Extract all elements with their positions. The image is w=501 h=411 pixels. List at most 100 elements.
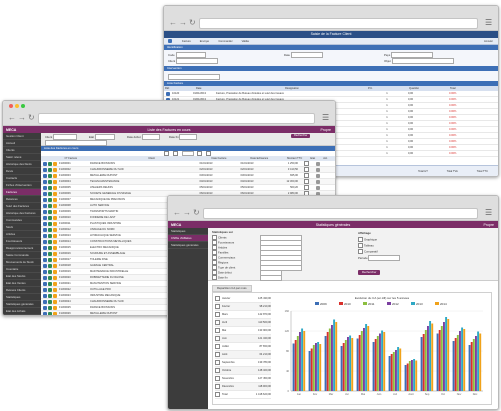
view-icon[interactable] — [43, 251, 47, 256]
client-field[interactable] — [176, 58, 218, 64]
sidebar-item[interactable]: Fiches d'intervention — [3, 182, 41, 189]
alert-icon[interactable] — [53, 167, 57, 172]
edit-icon[interactable] — [48, 209, 52, 214]
view-icon[interactable] — [43, 245, 47, 250]
row-checkbox[interactable] — [215, 360, 220, 365]
view-icon[interactable] — [43, 221, 47, 226]
view-icon[interactable] — [43, 161, 47, 166]
alert-icon[interactable] — [53, 281, 57, 286]
edit-icon[interactable] — [48, 215, 52, 220]
alert-icon[interactable] — [53, 287, 57, 292]
sidebar-item[interactable]: Saisie Commande — [3, 252, 41, 259]
graph-checkbox[interactable] — [358, 237, 363, 242]
first-page-button[interactable] — [164, 151, 169, 156]
sidebar-item[interactable]: Saisir relevé — [3, 154, 41, 161]
propre-link[interactable]: Propre — [483, 223, 494, 227]
row-checkbox[interactable] — [215, 296, 220, 301]
reload-icon[interactable]: ↻ — [189, 19, 196, 27]
row-checkbox[interactable] — [304, 167, 309, 172]
edit-icon[interactable] — [48, 191, 52, 196]
view-icon[interactable] — [43, 239, 47, 244]
object-field[interactable] — [391, 58, 454, 64]
alert-icon[interactable] — [53, 221, 57, 226]
sidebar-item[interactable]: Etat des Stocks — [3, 273, 41, 280]
sidebar-item[interactable]: Factures — [3, 189, 41, 196]
field-checkbox[interactable] — [212, 275, 217, 280]
sidebar-item[interactable]: Mouvements de Stock — [3, 259, 41, 266]
edit-icon[interactable] — [48, 233, 52, 238]
alert-icon[interactable] — [53, 233, 57, 238]
edit-icon[interactable] — [48, 245, 52, 250]
alert-icon[interactable] — [53, 209, 57, 214]
period-select[interactable] — [368, 255, 401, 261]
sidebar-item[interactable]: Statistiques générales — [3, 301, 41, 308]
alert-icon[interactable] — [53, 269, 57, 274]
edit-icon[interactable] — [48, 287, 52, 292]
row-checkbox[interactable] — [304, 161, 309, 166]
end-date-input[interactable] — [260, 275, 282, 281]
forward-arrow-icon[interactable]: → — [179, 19, 187, 27]
edit-icon[interactable] — [48, 251, 52, 256]
sidebar-item[interactable]: Articles — [3, 231, 41, 238]
view-icon[interactable] — [43, 191, 47, 196]
address-bar[interactable] — [38, 113, 315, 124]
browser-menu-icon[interactable]: ☰ — [322, 113, 329, 122]
sidebar-item[interactable]: Accueil — [3, 140, 41, 147]
close-window-icon[interactable] — [9, 104, 13, 108]
intervention-field[interactable] — [168, 74, 220, 80]
row-checkbox[interactable] — [215, 368, 220, 373]
alert-icon[interactable] — [53, 263, 57, 268]
view-icon[interactable] — [43, 203, 47, 208]
alert-icon[interactable] — [53, 173, 57, 178]
edit-icon[interactable] — [48, 167, 52, 172]
sidebar-item[interactable]: Clients — [3, 147, 41, 154]
sidebar-item[interactable]: Etat des Commandes — [3, 315, 41, 316]
page-number[interactable] — [182, 151, 194, 156]
delete-icon[interactable] — [316, 173, 320, 178]
back-arrow-icon[interactable]: ← — [8, 114, 16, 122]
forward-arrow-icon[interactable]: → — [183, 209, 191, 217]
reload-icon[interactable]: ↻ — [28, 114, 35, 122]
edit-icon[interactable] — [48, 311, 52, 315]
address-bar[interactable] — [199, 18, 478, 29]
toolbar-item[interactable]: Annuler — [483, 40, 493, 43]
delete-icon[interactable] — [316, 185, 320, 190]
row-checkbox[interactable] — [215, 320, 220, 325]
alert-icon[interactable] — [53, 191, 57, 196]
row-checkbox[interactable] — [215, 312, 220, 317]
sidebar-item[interactable]: Historique des Factures — [3, 210, 41, 217]
view-icon[interactable] — [43, 311, 47, 315]
sidebar-item[interactable]: Gestion Client — [3, 133, 41, 140]
view-icon[interactable] — [43, 173, 47, 178]
alert-icon[interactable] — [53, 305, 57, 310]
sidebar-item[interactable]: Etat des Achats — [3, 308, 41, 315]
view-icon[interactable] — [43, 287, 47, 292]
view-icon[interactable] — [43, 233, 47, 238]
edit-icon[interactable] — [48, 197, 52, 202]
view-icon[interactable] — [43, 281, 47, 286]
edit-icon[interactable] — [48, 263, 52, 268]
search-button[interactable]: Rechercher — [291, 134, 311, 138]
toolbar-item[interactable]: Envoyer — [199, 40, 210, 43]
compare-checkbox[interactable] — [358, 249, 363, 254]
row-checkbox[interactable] — [304, 173, 309, 178]
edit-icon[interactable] — [48, 203, 52, 208]
table-checkbox[interactable] — [358, 243, 363, 248]
sidebar-item[interactable]: Statistiques générales — [168, 242, 208, 249]
alert-icon[interactable] — [53, 245, 57, 250]
alert-icon[interactable] — [53, 275, 57, 280]
sidebar-item[interactable]: Stock — [3, 224, 41, 231]
row-checkbox[interactable] — [304, 179, 309, 184]
view-icon[interactable] — [43, 269, 47, 274]
alert-icon[interactable] — [53, 311, 57, 315]
toolbar-item[interactable]: Valider — [241, 40, 250, 43]
edit-icon[interactable] — [48, 269, 52, 274]
back-arrow-icon[interactable]: ← — [169, 19, 177, 27]
view-icon[interactable] — [43, 179, 47, 184]
browser-menu-icon[interactable]: ☰ — [485, 208, 492, 217]
date-field[interactable] — [290, 52, 323, 58]
sidebar-item[interactable]: Commandes — [3, 217, 41, 224]
back-arrow-icon[interactable]: ← — [173, 209, 181, 217]
next-page-button[interactable] — [197, 151, 202, 156]
delete-icon[interactable] — [316, 161, 320, 166]
